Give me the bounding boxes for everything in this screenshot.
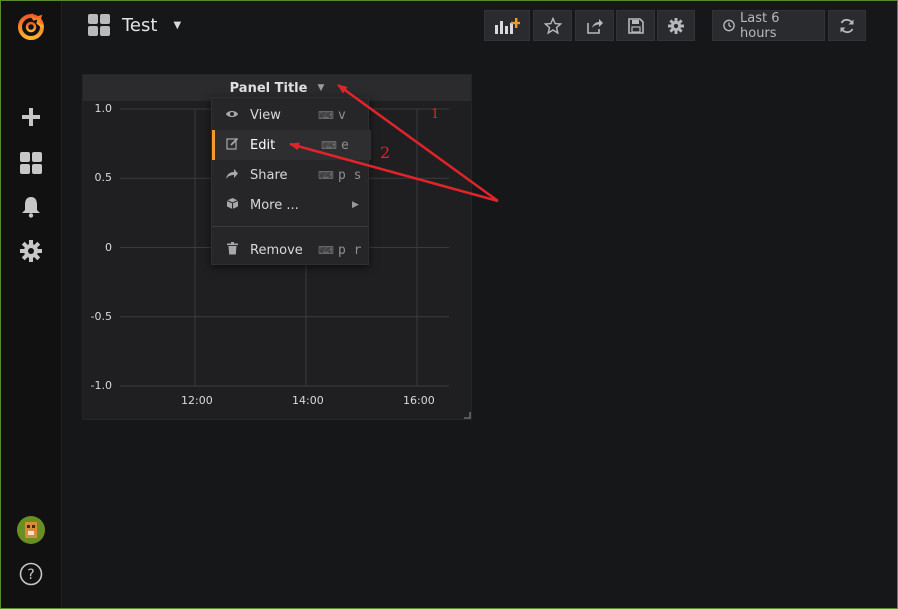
y-tick-label: 1.0	[94, 102, 113, 115]
menu-item-shortcut: e	[341, 137, 349, 153]
panel-menu-caret-icon[interactable]: ▼	[317, 83, 324, 93]
share-dashboard-button[interactable]	[575, 10, 614, 41]
menu-item-label: More ...	[250, 197, 299, 213]
panel-context-menu: View ⌨ v Edit ⌨ e Share ⌨ p s More ... ▶…	[211, 97, 371, 265]
clock-icon	[723, 19, 735, 32]
help-icon[interactable]: ?	[16, 559, 46, 589]
submenu-arrow-icon: ▶	[352, 200, 359, 210]
dashboard-title: Test	[122, 14, 158, 36]
save-icon	[627, 17, 644, 34]
add-panel-icon	[495, 17, 520, 34]
sidebar: ?	[1, 1, 62, 608]
plus-icon[interactable]	[16, 102, 46, 132]
svg-text:?: ?	[27, 567, 34, 583]
keyboard-icon: ⌨	[321, 138, 337, 152]
trash-icon	[224, 242, 240, 258]
menu-item-more[interactable]: More ... ▶	[212, 190, 368, 220]
keyboard-icon: ⌨	[318, 168, 334, 182]
add-panel-button[interactable]	[484, 10, 530, 41]
menu-item-shortcut: p r	[338, 242, 362, 258]
dashboard-grid-icon	[88, 14, 110, 36]
menu-item-label: Share	[250, 167, 288, 183]
cube-icon	[224, 197, 240, 213]
annotation-label-2: 2	[380, 143, 391, 162]
menu-item-edit[interactable]: Edit ⌨ e	[212, 130, 371, 160]
keyboard-icon: ⌨	[318, 108, 334, 122]
menu-item-label: Edit	[250, 137, 276, 153]
panel-resize-handle-icon[interactable]	[463, 411, 471, 419]
dashboard-settings-button[interactable]	[657, 10, 695, 41]
time-range-label: Last 6 hours	[740, 10, 780, 41]
keyboard-icon: ⌨	[318, 243, 334, 257]
user-avatar[interactable]	[16, 515, 46, 545]
cog-icon	[668, 17, 684, 34]
refresh-icon	[840, 18, 854, 33]
y-tick-label: -0.5	[90, 309, 112, 323]
x-tick-label: 12:00	[181, 394, 213, 407]
dashboards-icon[interactable]	[16, 148, 46, 178]
menu-item-label: Remove	[250, 242, 303, 258]
bell-icon[interactable]	[16, 192, 46, 222]
y-tick-label: -1.0	[90, 379, 112, 392]
menu-item-share[interactable]: Share ⌨ p s	[212, 160, 368, 190]
refresh-button[interactable]	[828, 10, 866, 41]
menu-item-shortcut: v	[338, 107, 346, 123]
menu-divider	[212, 226, 368, 227]
chevron-down-icon: ▼	[173, 19, 182, 31]
y-tick-label: 0	[105, 240, 112, 254]
eye-icon	[224, 108, 240, 122]
star-button[interactable]	[533, 10, 572, 41]
x-tick-label: 16:00	[403, 394, 435, 407]
share-icon	[224, 168, 240, 183]
x-tick-label: 14:00	[292, 394, 324, 407]
panel-title[interactable]: Panel Title	[230, 81, 308, 96]
y-tick-label: 0.5	[94, 171, 113, 185]
menu-item-label: View	[250, 107, 281, 123]
menu-item-view[interactable]: View ⌨ v	[212, 100, 368, 130]
edit-icon	[224, 137, 240, 153]
menu-item-remove[interactable]: Remove ⌨ p r	[212, 235, 368, 265]
grafana-logo-icon[interactable]	[16, 11, 46, 41]
gear-icon[interactable]	[16, 236, 46, 266]
star-icon	[543, 16, 562, 35]
time-range-picker[interactable]: Last 6 hours	[712, 10, 825, 41]
dashboard-picker[interactable]: Test ▼	[88, 14, 181, 36]
annotation-label-1: 1	[431, 107, 440, 122]
share-icon	[586, 18, 603, 34]
menu-item-shortcut: p s	[338, 167, 362, 183]
save-dashboard-button[interactable]	[616, 10, 655, 41]
